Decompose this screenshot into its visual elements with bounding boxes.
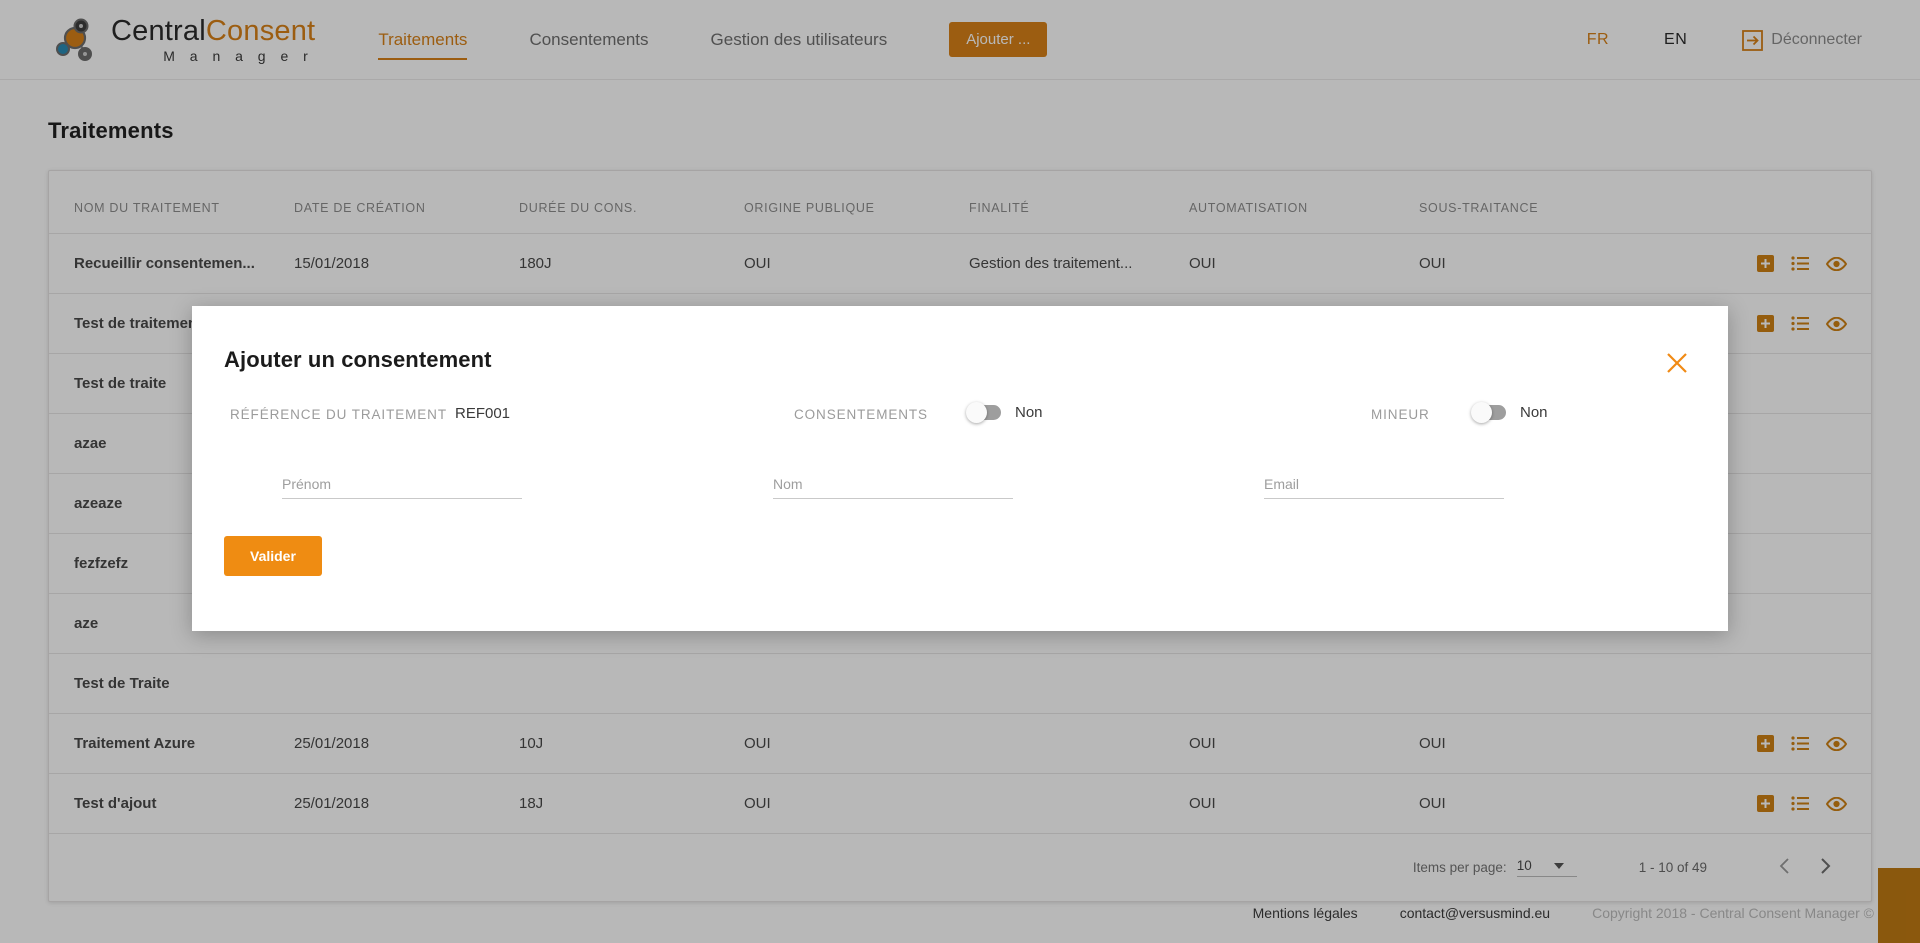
consentements-label: CONSENTEMENTS [794,407,928,422]
consentements-toggle-knob [966,402,987,423]
modal-title: Ajouter un consentement [224,347,492,372]
prenom-input[interactable] [282,476,522,499]
mineur-toggle-track[interactable] [1471,402,1506,423]
nom-field-wrap [773,476,1013,499]
valider-button[interactable]: Valider [224,536,322,576]
consentements-toggle-state: Non [1015,404,1043,421]
consentements-toggle[interactable]: Non [966,402,1043,423]
add-consent-modal: Ajouter un consentement RÉFÉRENCE DU TRA… [192,306,1728,631]
close-icon[interactable] [1664,350,1690,376]
prenom-field-wrap [282,476,522,499]
email-field-wrap [1264,476,1504,499]
reference-label: RÉFÉRENCE DU TRAITEMENT [230,407,447,422]
mineur-toggle[interactable]: Non [1471,402,1548,423]
modal-reference-row: RÉFÉRENCE DU TRAITEMENT REF001 CONSENTEM… [192,394,1728,434]
mineur-toggle-state: Non [1520,404,1548,421]
email-input[interactable] [1264,476,1504,499]
mineur-toggle-knob [1471,402,1492,423]
mineur-label: MINEUR [1371,407,1430,422]
nom-input[interactable] [773,476,1013,499]
reference-value: REF001 [455,405,511,422]
consentements-toggle-track[interactable] [966,402,1001,423]
